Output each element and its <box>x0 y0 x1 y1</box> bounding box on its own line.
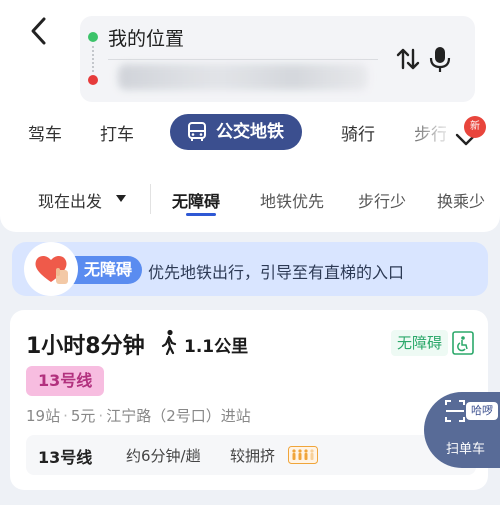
scan-bike-button[interactable]: 哈啰 扫单车 <box>424 392 500 468</box>
bus-icon <box>188 122 206 141</box>
tab-transit-label: 公交地铁 <box>216 122 284 142</box>
tab-bike[interactable]: 骑行 <box>341 120 375 145</box>
tab-drive[interactable]: 驾车 <box>28 120 62 145</box>
start-dot <box>88 32 98 42</box>
segment-detail: 13号线 约6分钟/趟 较拥挤 <box>26 435 476 475</box>
caret-down-icon <box>116 195 126 202</box>
filter-fewer-transfers[interactable]: 换乘少 <box>437 188 485 212</box>
tabs-fade <box>395 112 455 156</box>
walking-icon <box>161 329 177 355</box>
accessibility-description: 优先地铁出行，引导至有直梯的入口 <box>148 263 405 282</box>
station-info: 19站 · 5元 · 江宁路（2号口）进站 <box>26 405 251 426</box>
chevron-left-icon <box>31 17 46 45</box>
filter-less-walking[interactable]: 步行少 <box>358 188 406 212</box>
tab-taxi[interactable]: 打车 <box>100 120 134 145</box>
segment-frequency: 约6分钟/趟 <box>126 447 201 465</box>
heart-hand-icon <box>35 255 68 284</box>
filter-divider <box>150 184 151 214</box>
accessibility-tag: 无障碍 <box>70 256 143 284</box>
walk-distance: 1.1公里 <box>184 337 249 357</box>
from-location[interactable]: 我的位置 <box>108 24 184 51</box>
accessible-route-badge: 无障碍 <box>391 330 449 356</box>
route-preference-row: 现在出发 无障碍 地铁优先 步行少 换乘少 <box>0 176 500 220</box>
scan-bike-label: 扫单车 <box>446 442 486 457</box>
separator-dot: · <box>63 407 68 425</box>
crowding-icon <box>288 446 318 464</box>
entrance-info: 江宁路（2号口）进站 <box>106 407 251 425</box>
heart-badge <box>24 242 78 296</box>
depart-time-selector[interactable]: 现在出发 <box>38 188 102 212</box>
redacted-destination <box>118 64 368 90</box>
wheelchair-elevator-icon <box>452 331 474 355</box>
active-filter-underline <box>186 213 216 216</box>
filter-subway-first[interactable]: 地铁优先 <box>260 188 324 212</box>
input-divider <box>108 59 378 60</box>
accessibility-banner[interactable]: 无障碍 优先地铁出行，引导至有直梯的入口 <box>12 242 488 296</box>
route-card[interactable]: 1小时8分钟 1.1公里 无障碍 13号线 19站 · 5元 · 江宁路（2号口）进站 … <box>10 310 488 490</box>
line-13-tag: 13号线 <box>26 366 105 396</box>
voice-button[interactable] <box>427 44 453 74</box>
new-badge: 新 <box>464 116 486 138</box>
separator-dot: · <box>98 407 104 425</box>
route-connector <box>92 46 96 72</box>
route-input-box: 我的位置 <box>80 16 475 102</box>
station-count: 19站 <box>26 407 61 425</box>
route-duration: 1小时8分钟 <box>26 334 145 359</box>
filter-accessible[interactable]: 无障碍 <box>172 188 220 212</box>
swap-icon <box>396 48 420 70</box>
end-dot <box>88 75 98 85</box>
fare: 5元 <box>70 407 96 425</box>
scan-icon <box>445 400 465 422</box>
top-card: 我的位置 驾车 打车 公交地铁 骑行 新 现在出发 无障碍 地铁优先 步行少 换… <box>0 0 500 232</box>
tab-transit[interactable]: 公交地铁 <box>170 114 302 150</box>
provider-badge: 哈啰 <box>466 402 498 420</box>
swap-button[interactable] <box>395 46 421 72</box>
mic-icon <box>429 47 451 72</box>
segment-crowding: 较拥挤 <box>230 447 276 465</box>
segment-line: 13号线 <box>38 448 93 467</box>
more-modes-button[interactable]: 新 <box>452 116 492 152</box>
back-button[interactable] <box>22 14 56 48</box>
